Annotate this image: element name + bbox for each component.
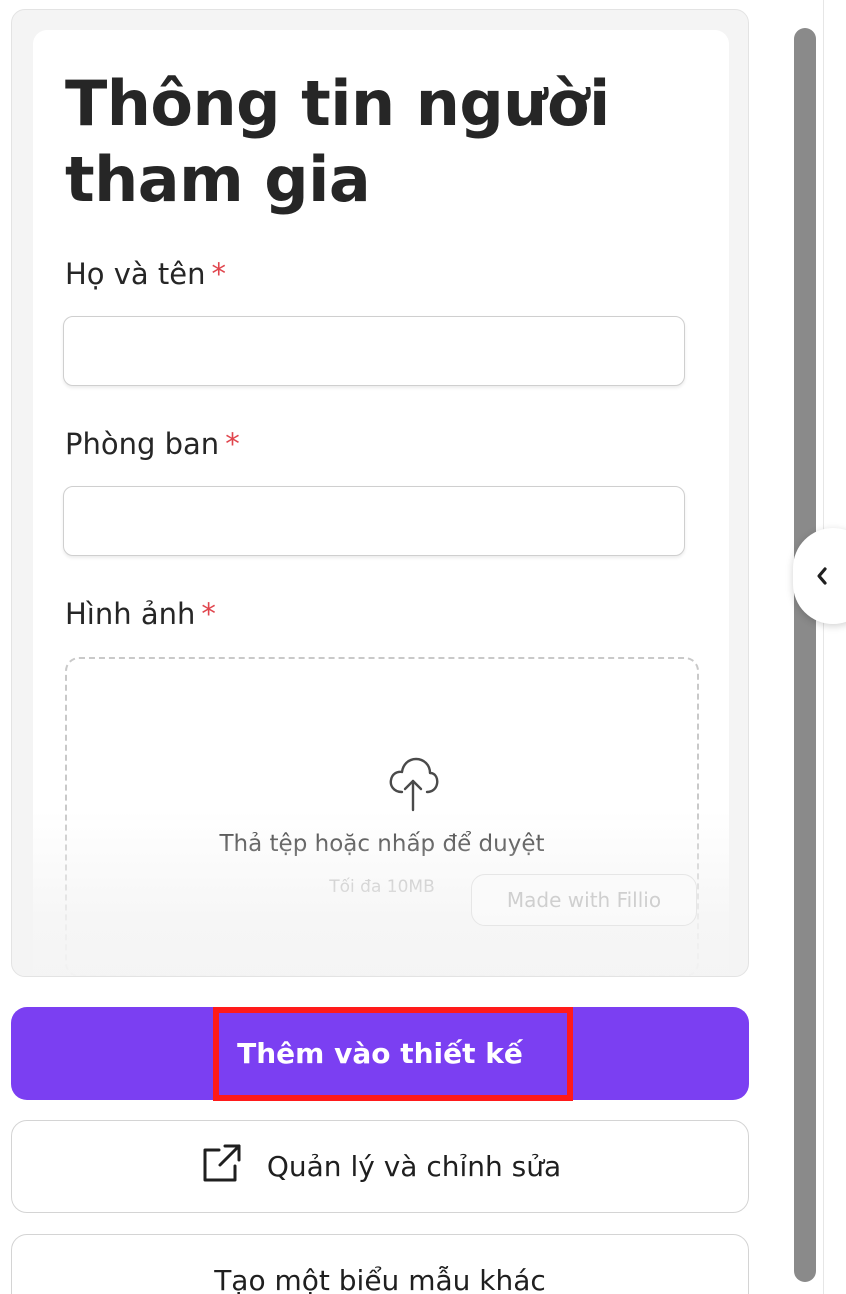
scrollbar-thumb[interactable] (794, 28, 816, 1282)
required-mark: * (211, 257, 227, 291)
form-title: Thông tin người tham gia (65, 67, 610, 216)
form-preview-container: Thông tin người tham gia Họ và tên * Phòn… (11, 9, 749, 977)
field-label-full-name: Họ và tên * (65, 257, 227, 291)
cloud-upload-icon (389, 757, 439, 812)
fillio-panel: Thông tin người tham gia Họ và tên * Phòn… (0, 0, 846, 1294)
create-another-form-button[interactable]: Tạo một biểu mẫu khác (11, 1234, 749, 1294)
full-name-input[interactable] (63, 316, 685, 386)
create-another-form-label: Tạo một biểu mẫu khác (214, 1264, 546, 1294)
add-to-design-label: Thêm vào thiết kế (237, 1037, 523, 1070)
form-card: Thông tin người tham gia Họ và tên * Phòn… (33, 30, 729, 976)
manage-and-edit-label: Quản lý và chỉnh sửa (266, 1150, 562, 1183)
required-mark: * (201, 597, 216, 631)
panel-divider (823, 0, 824, 1294)
image-upload-dropzone[interactable]: Thả tệp hoặc nhấp để duyệt Tối đa 10MB (65, 657, 699, 976)
upload-instruction: Thả tệp hoặc nhấp để duyệt (219, 831, 545, 857)
field-label-department: Phòng ban * (65, 427, 240, 461)
required-mark: * (225, 427, 240, 461)
manage-and-edit-button[interactable]: Quản lý và chỉnh sửa (11, 1120, 749, 1213)
made-with-fillio-badge[interactable]: Made with Fillio (471, 874, 697, 926)
external-link-icon (203, 1144, 241, 1181)
chevron-left-icon (817, 567, 827, 585)
field-label-image: Hình ảnh * (65, 597, 216, 631)
add-to-design-button[interactable]: Thêm vào thiết kế (11, 1007, 749, 1101)
department-input[interactable] (63, 486, 685, 556)
